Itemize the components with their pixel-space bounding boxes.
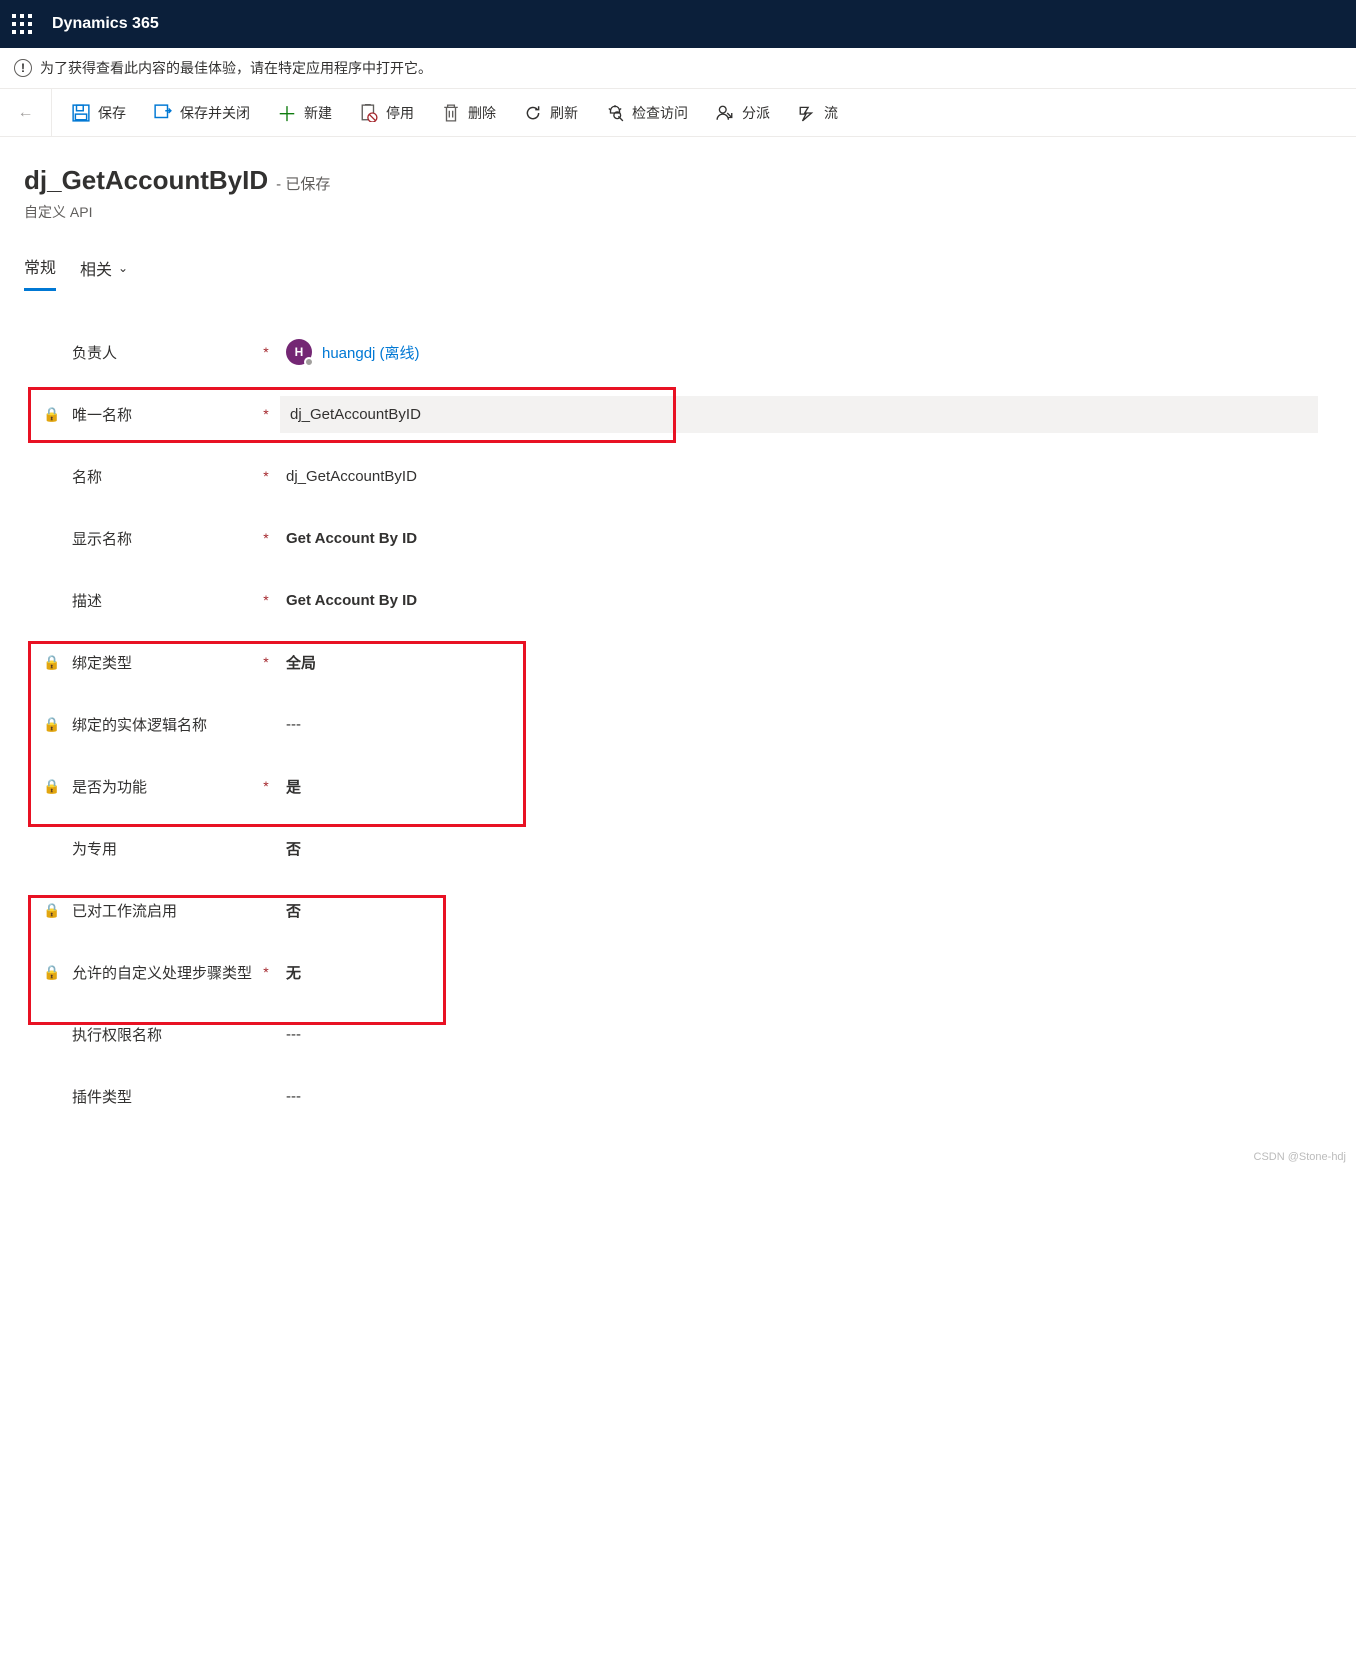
- app-top-bar: Dynamics 365: [0, 0, 1356, 48]
- field-label: 已对工作流启用: [72, 900, 252, 921]
- field-display-name: 显示名称 * Get Account By ID: [24, 507, 1332, 569]
- avatar: H: [286, 339, 312, 365]
- lock-icon: 🔒: [38, 778, 66, 795]
- delete-button[interactable]: 删除: [442, 103, 496, 123]
- field-name: 名称 * dj_GetAccountByID: [24, 445, 1332, 507]
- info-icon: !: [14, 59, 32, 77]
- page-header: dj_GetAccountByID - 已保存 自定义 API: [0, 137, 1356, 230]
- field-value: 无: [280, 962, 1318, 983]
- field-label: 执行权限名称: [72, 1024, 252, 1045]
- page-title: dj_GetAccountByID: [24, 165, 268, 196]
- field-value[interactable]: Get Account By ID: [280, 530, 1318, 547]
- app-name: Dynamics 365: [52, 15, 159, 33]
- assign-button[interactable]: 分派: [716, 103, 770, 123]
- field-value: 否: [280, 900, 1318, 921]
- field-value[interactable]: H huangdj (离线): [280, 339, 1318, 365]
- check-access-icon: [606, 104, 624, 122]
- lock-icon: 🔒: [38, 902, 66, 919]
- field-value: ---: [280, 716, 1318, 733]
- refresh-button[interactable]: 刷新: [524, 103, 578, 123]
- save-button[interactable]: 保存: [72, 103, 126, 123]
- new-button[interactable]: ＋ 新建: [278, 103, 332, 123]
- field-unique-name: 🔒 唯一名称 * dj_GetAccountByID: [24, 383, 1332, 445]
- assign-icon: [716, 104, 734, 122]
- presence-icon: [304, 357, 314, 367]
- field-plugin-type: 插件类型 ---: [24, 1065, 1332, 1127]
- save-close-button[interactable]: 保存并关闭: [154, 103, 250, 123]
- field-description: 描述 * Get Account By ID: [24, 569, 1332, 631]
- field-value[interactable]: 否: [280, 838, 1318, 859]
- field-label: 名称: [72, 466, 252, 487]
- field-is-function: 🔒 是否为功能 * 是: [24, 755, 1332, 817]
- lock-icon: 🔒: [38, 716, 66, 733]
- field-binding-type: 🔒 绑定类型 * 全局: [24, 631, 1332, 693]
- field-label: 绑定类型: [72, 652, 252, 673]
- tab-list: 常规 相关 ⌄: [0, 230, 1356, 291]
- field-label: 唯一名称: [72, 404, 252, 425]
- chevron-down-icon: ⌄: [118, 261, 128, 275]
- delete-icon: [442, 104, 460, 122]
- field-label: 显示名称: [72, 528, 252, 549]
- field-allowed-steps: 🔒 允许的自定义处理步骤类型 * 无: [24, 941, 1332, 1003]
- field-value[interactable]: Get Account By ID: [280, 592, 1318, 609]
- plus-icon: ＋: [278, 104, 296, 122]
- lock-icon: 🔒: [38, 654, 66, 671]
- field-label: 绑定的实体逻辑名称: [72, 714, 252, 735]
- flow-icon: [798, 104, 816, 122]
- field-label: 允许的自定义处理步骤类型: [72, 962, 252, 983]
- field-label: 是否为功能: [72, 776, 252, 797]
- field-value[interactable]: ---: [280, 1088, 1318, 1105]
- field-workflow-enabled: 🔒 已对工作流启用 否: [24, 879, 1332, 941]
- tab-related[interactable]: 相关 ⌄: [80, 254, 128, 291]
- deactivate-button[interactable]: 停用: [360, 103, 414, 123]
- back-button[interactable]: ←: [0, 89, 52, 136]
- field-value[interactable]: ---: [280, 1026, 1318, 1043]
- field-value[interactable]: dj_GetAccountByID: [280, 468, 1318, 485]
- watermark: CSDN @Stone-hdj: [1254, 1151, 1346, 1163]
- field-label: 插件类型: [72, 1086, 252, 1107]
- save-close-icon: [154, 104, 172, 122]
- command-bar: ← 保存 保存并关闭 ＋ 新建 停用 删除: [0, 89, 1356, 137]
- field-label: 为专用: [72, 838, 252, 859]
- lock-icon: 🔒: [38, 964, 66, 981]
- notice-text: 为了获得查看此内容的最佳体验，请在特定应用程序中打开它。: [40, 58, 432, 78]
- flow-button[interactable]: 流: [798, 103, 838, 123]
- save-status: - 已保存: [276, 173, 330, 194]
- check-access-button[interactable]: 检查访问: [606, 103, 688, 123]
- field-value: 全局: [280, 652, 1318, 673]
- field-label: 描述: [72, 590, 252, 611]
- app-launcher-icon[interactable]: [12, 14, 32, 34]
- save-icon: [72, 104, 90, 122]
- field-label: 负责人: [72, 342, 252, 363]
- notice-bar: ! 为了获得查看此内容的最佳体验，请在特定应用程序中打开它。: [0, 48, 1356, 89]
- field-owner: 负责人 * H huangdj (离线): [24, 321, 1332, 383]
- field-is-private: 为专用 否: [24, 817, 1332, 879]
- owner-link[interactable]: huangdj (离线): [322, 342, 420, 363]
- deactivate-icon: [360, 104, 378, 122]
- field-value: dj_GetAccountByID: [280, 396, 1318, 433]
- field-value: 是: [280, 776, 1318, 797]
- refresh-icon: [524, 104, 542, 122]
- lock-icon: 🔒: [38, 406, 66, 423]
- tab-general[interactable]: 常规: [24, 254, 56, 291]
- field-bound-entity: 🔒 绑定的实体逻辑名称 ---: [24, 693, 1332, 755]
- entity-type: 自定义 API: [24, 202, 1332, 222]
- form-body: 负责人 * H huangdj (离线) 🔒 唯一名称 * dj_GetAcco…: [0, 291, 1356, 1167]
- field-execute-privilege: 执行权限名称 ---: [24, 1003, 1332, 1065]
